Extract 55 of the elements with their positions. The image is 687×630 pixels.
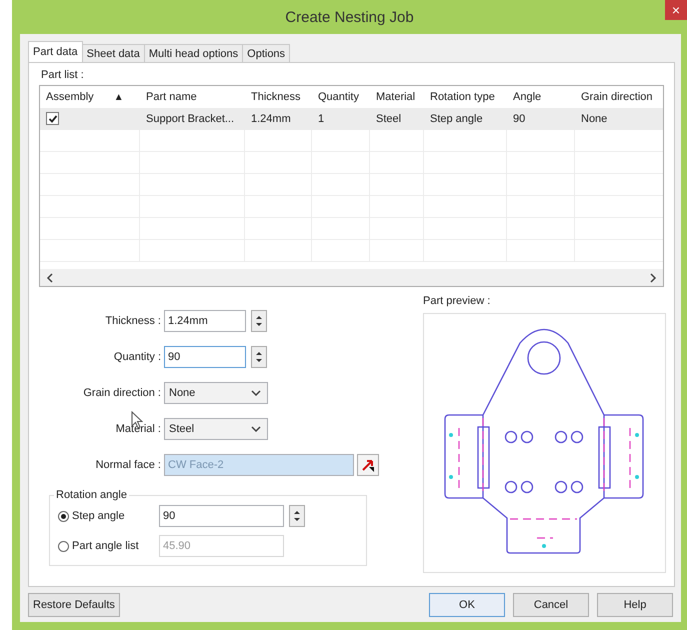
table-cell: 1 <box>318 112 324 124</box>
quantity-field[interactable]: 90 <box>164 346 246 368</box>
column-header[interactable]: Part name <box>146 91 197 103</box>
scroll-left-icon[interactable] <box>46 272 54 282</box>
tab[interactable]: Options <box>242 44 290 62</box>
angle-field[interactable]: 90 <box>159 505 284 527</box>
spinner-button[interactable] <box>251 346 267 368</box>
tab[interactable]: Multi head options <box>144 44 244 62</box>
table-cell: Step angle <box>430 112 483 124</box>
column-header[interactable]: Grain direction <box>581 91 653 103</box>
up-down-arrows-icon <box>256 350 262 364</box>
caret-icon <box>251 390 261 396</box>
window-title: Create Nesting Job <box>285 8 414 26</box>
field-label: Quantity : <box>112 350 162 362</box>
column-header[interactable]: Quantity <box>318 91 359 103</box>
horizontal-scrollbar[interactable] <box>40 269 663 286</box>
restore-defaults-button[interactable]: Restore Defaults <box>28 592 120 616</box>
field-label: Grain direction : <box>82 386 162 398</box>
preview-label: Part preview : <box>423 295 492 307</box>
material-dropdown[interactable]: Steel <box>164 418 268 440</box>
spinner-button[interactable] <box>289 505 305 527</box>
radio-option[interactable]: Step angle <box>58 510 159 522</box>
thickness-field[interactable]: 1.24mm <box>164 310 246 332</box>
dialog-button[interactable]: Help <box>597 592 673 616</box>
grain-direction-dropdown[interactable]: None <box>164 382 268 404</box>
part-list-label: Part list : <box>41 69 85 81</box>
table-cell: Steel <box>376 112 402 124</box>
dialog-button[interactable]: OK <box>429 592 505 616</box>
caret-icon <box>251 426 261 432</box>
up-down-arrows-icon <box>294 509 300 523</box>
field-label: Thickness : <box>104 314 162 326</box>
sort-indicator: ▲ <box>114 92 124 102</box>
table-cell: None <box>581 112 608 124</box>
column-header[interactable]: Rotation type <box>430 91 495 103</box>
table-cell: 90 <box>513 112 526 124</box>
checkbox[interactable] <box>46 112 59 125</box>
dialog-button[interactable]: Cancel <box>513 592 589 616</box>
column-header[interactable]: Assembly <box>46 91 94 103</box>
table-row[interactable]: Support Bracket... 1.24mm 1 Steel Step angle 90 None <box>40 108 663 130</box>
table-cell: Support Bracket... <box>146 112 234 124</box>
tab[interactable]: Part data <box>28 41 83 62</box>
column-header[interactable]: Material <box>376 91 416 103</box>
table-cell: 1.24mm <box>251 112 291 124</box>
close-button[interactable]: × <box>665 0 687 20</box>
column-header[interactable]: Angle <box>513 91 542 103</box>
pick-face-button[interactable] <box>357 454 379 476</box>
arrow-icon <box>361 458 375 472</box>
group-title: Rotation angle <box>55 489 128 501</box>
tab[interactable]: Sheet data <box>82 44 145 62</box>
scroll-right-icon[interactable] <box>649 272 657 282</box>
field-label: Material : <box>114 422 162 434</box>
column-header[interactable]: Thickness <box>251 91 301 103</box>
spinner-button[interactable] <box>251 310 267 332</box>
up-down-arrows-icon <box>256 314 262 328</box>
field-label: Normal face : <box>94 458 162 470</box>
